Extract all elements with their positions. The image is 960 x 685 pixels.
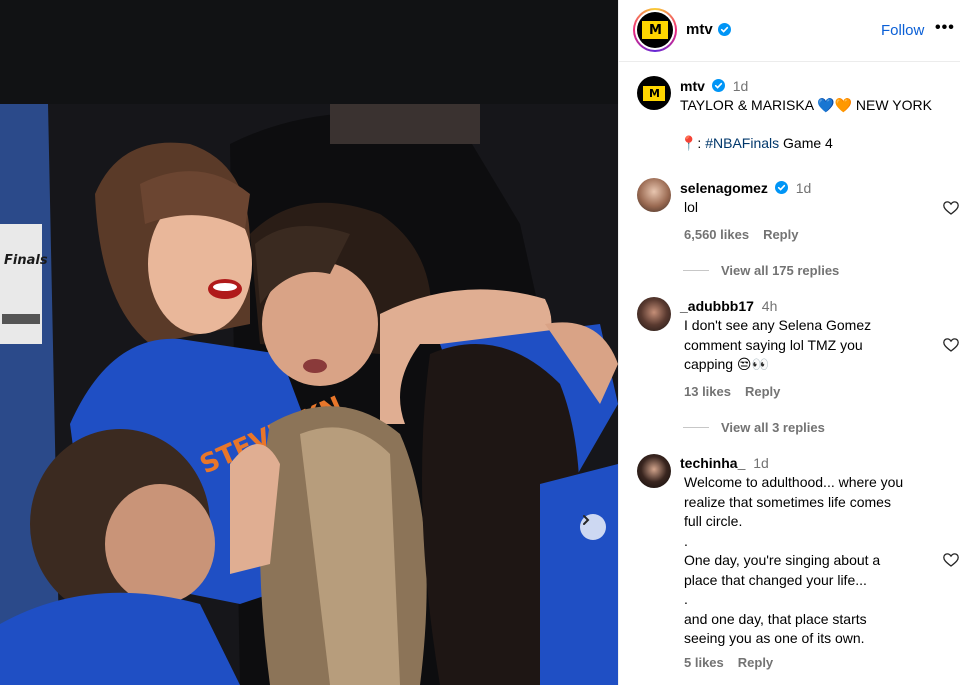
post-header: M mtv Follow ••• [619,0,960,62]
reply-button[interactable]: Reply [738,655,773,670]
post-media: Finals STEVIE KN [0,0,618,685]
comment-meta: 13 likes Reply [684,384,794,399]
heart-icon[interactable] [943,553,959,567]
caption-line2: 📍: #NBAFinals Game 4 [680,134,833,153]
location-pin-icon: 📍: [680,135,706,151]
comment-time: 4h [761,298,778,314]
hashtag-link[interactable]: #NBAFinals [705,135,779,151]
post-side-panel: M mtv Follow ••• M mtv 1d TAYLOR & MARIS… [618,0,960,685]
comment-username[interactable]: _adubbb17 [680,298,754,314]
media-top-bar [0,0,618,104]
comment-time: 1d [753,455,769,471]
reply-button[interactable]: Reply [745,384,780,399]
verified-badge-icon [711,79,725,92]
caption-time: 1d [732,78,749,94]
likes-count[interactable]: 5 likes [684,655,724,670]
likes-count[interactable]: 13 likes [684,384,731,399]
reply-button[interactable]: Reply [763,227,798,242]
caption-username[interactable]: mtv [680,78,705,94]
comment-text: lol [684,199,699,215]
comment-header: techinha_ 1d [680,454,769,473]
comment-username[interactable]: selenagomez [680,180,768,196]
verified-badge-icon [717,23,731,36]
caption-game: Game 4 [779,135,833,151]
next-photo-button[interactable] [580,514,606,540]
view-replies-button[interactable]: View all 175 replies [683,263,839,278]
caption-header: mtv 1d [680,77,748,96]
divider [683,427,709,428]
view-replies-button[interactable]: View all 3 replies [683,420,825,435]
caption-line1: TAYLOR & MARISKA 💙🧡 NEW YORK [680,97,932,113]
mtv-logo: M [637,12,673,48]
more-dots-icon[interactable]: ••• [935,19,955,37]
comment-header: selenagomez 1d [680,179,811,198]
caption-avatar[interactable]: M [637,76,671,110]
follow-button[interactable]: Follow [881,22,924,39]
header-username-group[interactable]: mtv [686,21,731,38]
commenter-avatar[interactable] [637,454,671,488]
comment-username[interactable]: techinha_ [680,455,745,471]
heart-icon[interactable] [943,338,959,352]
post-photo[interactable]: Finals STEVIE KN [0,104,618,685]
photo-illustration: Finals STEVIE KN [0,104,618,685]
badge-text: Finals [4,253,48,268]
comment-meta: 6,560 likes Reply [684,227,812,242]
comment-text: Welcome to adulthood... where you realiz… [684,474,904,646]
chevron-right-icon [583,515,590,525]
commenter-avatar[interactable] [637,297,671,331]
header-username[interactable]: mtv [686,21,713,38]
divider [683,270,709,271]
profile-avatar[interactable]: M [633,8,677,52]
verified-badge-icon [774,181,788,194]
commenter-avatar[interactable] [637,178,671,212]
comment-meta: 5 likes Reply [684,655,787,670]
likes-count[interactable]: 6,560 likes [684,227,749,242]
comment-time: 1d [795,180,812,196]
instagram-post-view: Finals STEVIE KN [0,0,960,685]
comment-header: _adubbb17 4h [680,297,777,316]
heart-icon[interactable] [943,201,959,215]
comment-text: I don't see any Selena Gomez comment say… [684,317,872,372]
